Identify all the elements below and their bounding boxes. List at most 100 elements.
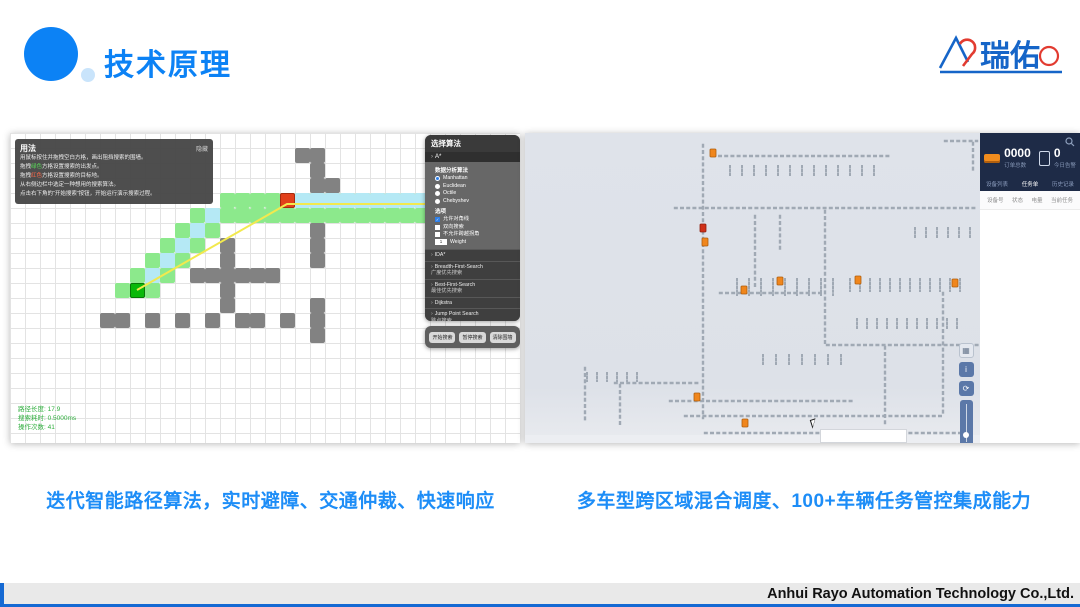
traced-cell[interactable] [340, 193, 355, 208]
wall-cell[interactable] [205, 268, 220, 283]
wall-cell[interactable] [220, 298, 235, 313]
start-search-button[interactable]: 开始搜索 [429, 332, 455, 343]
explored-cell[interactable] [295, 208, 310, 223]
traced-cell[interactable] [355, 193, 370, 208]
heuristic-option[interactable]: Manhattan [435, 175, 514, 183]
algorithm-item[interactable]: ›Jump Point Search跳点搜索 [425, 308, 520, 321]
tab-history[interactable]: 历史记录 [1052, 180, 1074, 188]
wall-cell[interactable] [310, 178, 325, 193]
wall-cell[interactable] [235, 313, 250, 328]
vehicle-marker[interactable] [741, 286, 747, 294]
algorithm-item-astar[interactable]: ›A* [425, 152, 520, 162]
wall-cell[interactable] [310, 223, 325, 238]
algorithm-item[interactable]: ›Best-First-Search最佳优先搜索 [425, 279, 520, 297]
explored-cell[interactable] [145, 253, 160, 268]
alert-marker[interactable] [700, 224, 706, 232]
heuristic-option[interactable]: Chebyshev [435, 198, 514, 206]
traced-cell[interactable] [310, 193, 325, 208]
weight-input[interactable]: 1 [435, 239, 447, 245]
explored-cell[interactable] [190, 208, 205, 223]
hide-link[interactable]: 隐藏 [196, 144, 208, 153]
explored-cell[interactable] [265, 208, 280, 223]
wall-cell[interactable] [250, 313, 265, 328]
search-option[interactable]: ✓允许对角线 [435, 216, 514, 224]
clear-walls-button[interactable]: 清除围墙 [490, 332, 516, 343]
goal-cell[interactable] [280, 193, 295, 208]
explored-cell[interactable] [400, 208, 415, 223]
wall-cell[interactable] [325, 178, 340, 193]
explored-cell[interactable] [385, 208, 400, 223]
tab-tasks[interactable]: 任务单 [1022, 180, 1039, 188]
zoom-slider-thumb[interactable] [963, 432, 969, 438]
wall-cell[interactable] [145, 313, 160, 328]
wall-cell[interactable] [265, 268, 280, 283]
explored-cell[interactable] [220, 208, 235, 223]
wall-cell[interactable] [310, 313, 325, 328]
vehicle-marker[interactable] [855, 276, 861, 284]
algorithm-item[interactable]: ›IDA* [425, 249, 520, 261]
explored-cell[interactable] [175, 253, 190, 268]
vehicle-marker[interactable] [777, 277, 783, 285]
wall-cell[interactable] [205, 313, 220, 328]
wall-cell[interactable] [115, 313, 130, 328]
search-option[interactable]: 不允许跨越拐角 [435, 231, 514, 239]
algorithm-item[interactable]: ›Breadth-First-Search广度优先搜索 [425, 261, 520, 279]
vehicle-marker[interactable] [952, 279, 958, 287]
explored-cell[interactable] [160, 238, 175, 253]
wall-cell[interactable] [100, 313, 115, 328]
zoom-slider[interactable] [960, 400, 973, 443]
wall-cell[interactable] [310, 298, 325, 313]
wall-cell[interactable] [310, 253, 325, 268]
traced-cell[interactable] [190, 223, 205, 238]
refresh-button[interactable]: ⟳ [959, 381, 974, 396]
explored-cell[interactable] [370, 208, 385, 223]
explored-cell[interactable] [145, 283, 160, 298]
explored-cell[interactable] [280, 208, 295, 223]
explored-cell[interactable] [250, 208, 265, 223]
explored-cell[interactable] [115, 283, 130, 298]
wall-cell[interactable] [220, 238, 235, 253]
layers-button[interactable]: ▦ [959, 343, 974, 358]
traced-cell[interactable] [175, 238, 190, 253]
search-icon[interactable] [1065, 137, 1075, 147]
route-map[interactable] [525, 133, 980, 443]
wall-cell[interactable] [220, 283, 235, 298]
explored-cell[interactable] [310, 208, 325, 223]
explored-cell[interactable] [235, 193, 250, 208]
wall-cell[interactable] [280, 313, 295, 328]
wall-cell[interactable] [175, 313, 190, 328]
traced-cell[interactable] [295, 193, 310, 208]
wall-cell[interactable] [250, 268, 265, 283]
vehicle-marker[interactable] [702, 238, 708, 246]
explored-cell[interactable] [220, 193, 235, 208]
vehicle-marker[interactable] [742, 419, 748, 427]
traced-cell[interactable] [400, 193, 415, 208]
explored-cell[interactable] [250, 193, 265, 208]
wall-cell[interactable] [310, 238, 325, 253]
search-option[interactable]: 双向搜索 [435, 224, 514, 232]
wall-cell[interactable] [220, 268, 235, 283]
explored-cell[interactable] [325, 208, 340, 223]
algorithm-item[interactable]: ›Dijkstra [425, 297, 520, 309]
wall-cell[interactable] [220, 253, 235, 268]
wall-cell[interactable] [190, 268, 205, 283]
info-button[interactable]: i [959, 362, 974, 377]
vehicle-marker[interactable] [710, 149, 716, 157]
traced-cell[interactable] [145, 268, 160, 283]
traced-cell[interactable] [370, 193, 385, 208]
traced-cell[interactable] [385, 193, 400, 208]
tab-devices[interactable]: 设备列表 [986, 180, 1008, 188]
explored-cell[interactable] [235, 208, 250, 223]
explored-cell[interactable] [205, 223, 220, 238]
traced-cell[interactable] [160, 253, 175, 268]
wall-cell[interactable] [310, 163, 325, 178]
wall-cell[interactable] [295, 148, 310, 163]
explored-cell[interactable] [190, 238, 205, 253]
wall-cell[interactable] [310, 148, 325, 163]
explored-cell[interactable] [355, 208, 370, 223]
explored-cell[interactable] [160, 268, 175, 283]
explored-cell[interactable] [265, 193, 280, 208]
explored-cell[interactable] [340, 208, 355, 223]
explored-cell[interactable] [175, 223, 190, 238]
heuristic-option[interactable]: Euclidean [435, 183, 514, 191]
